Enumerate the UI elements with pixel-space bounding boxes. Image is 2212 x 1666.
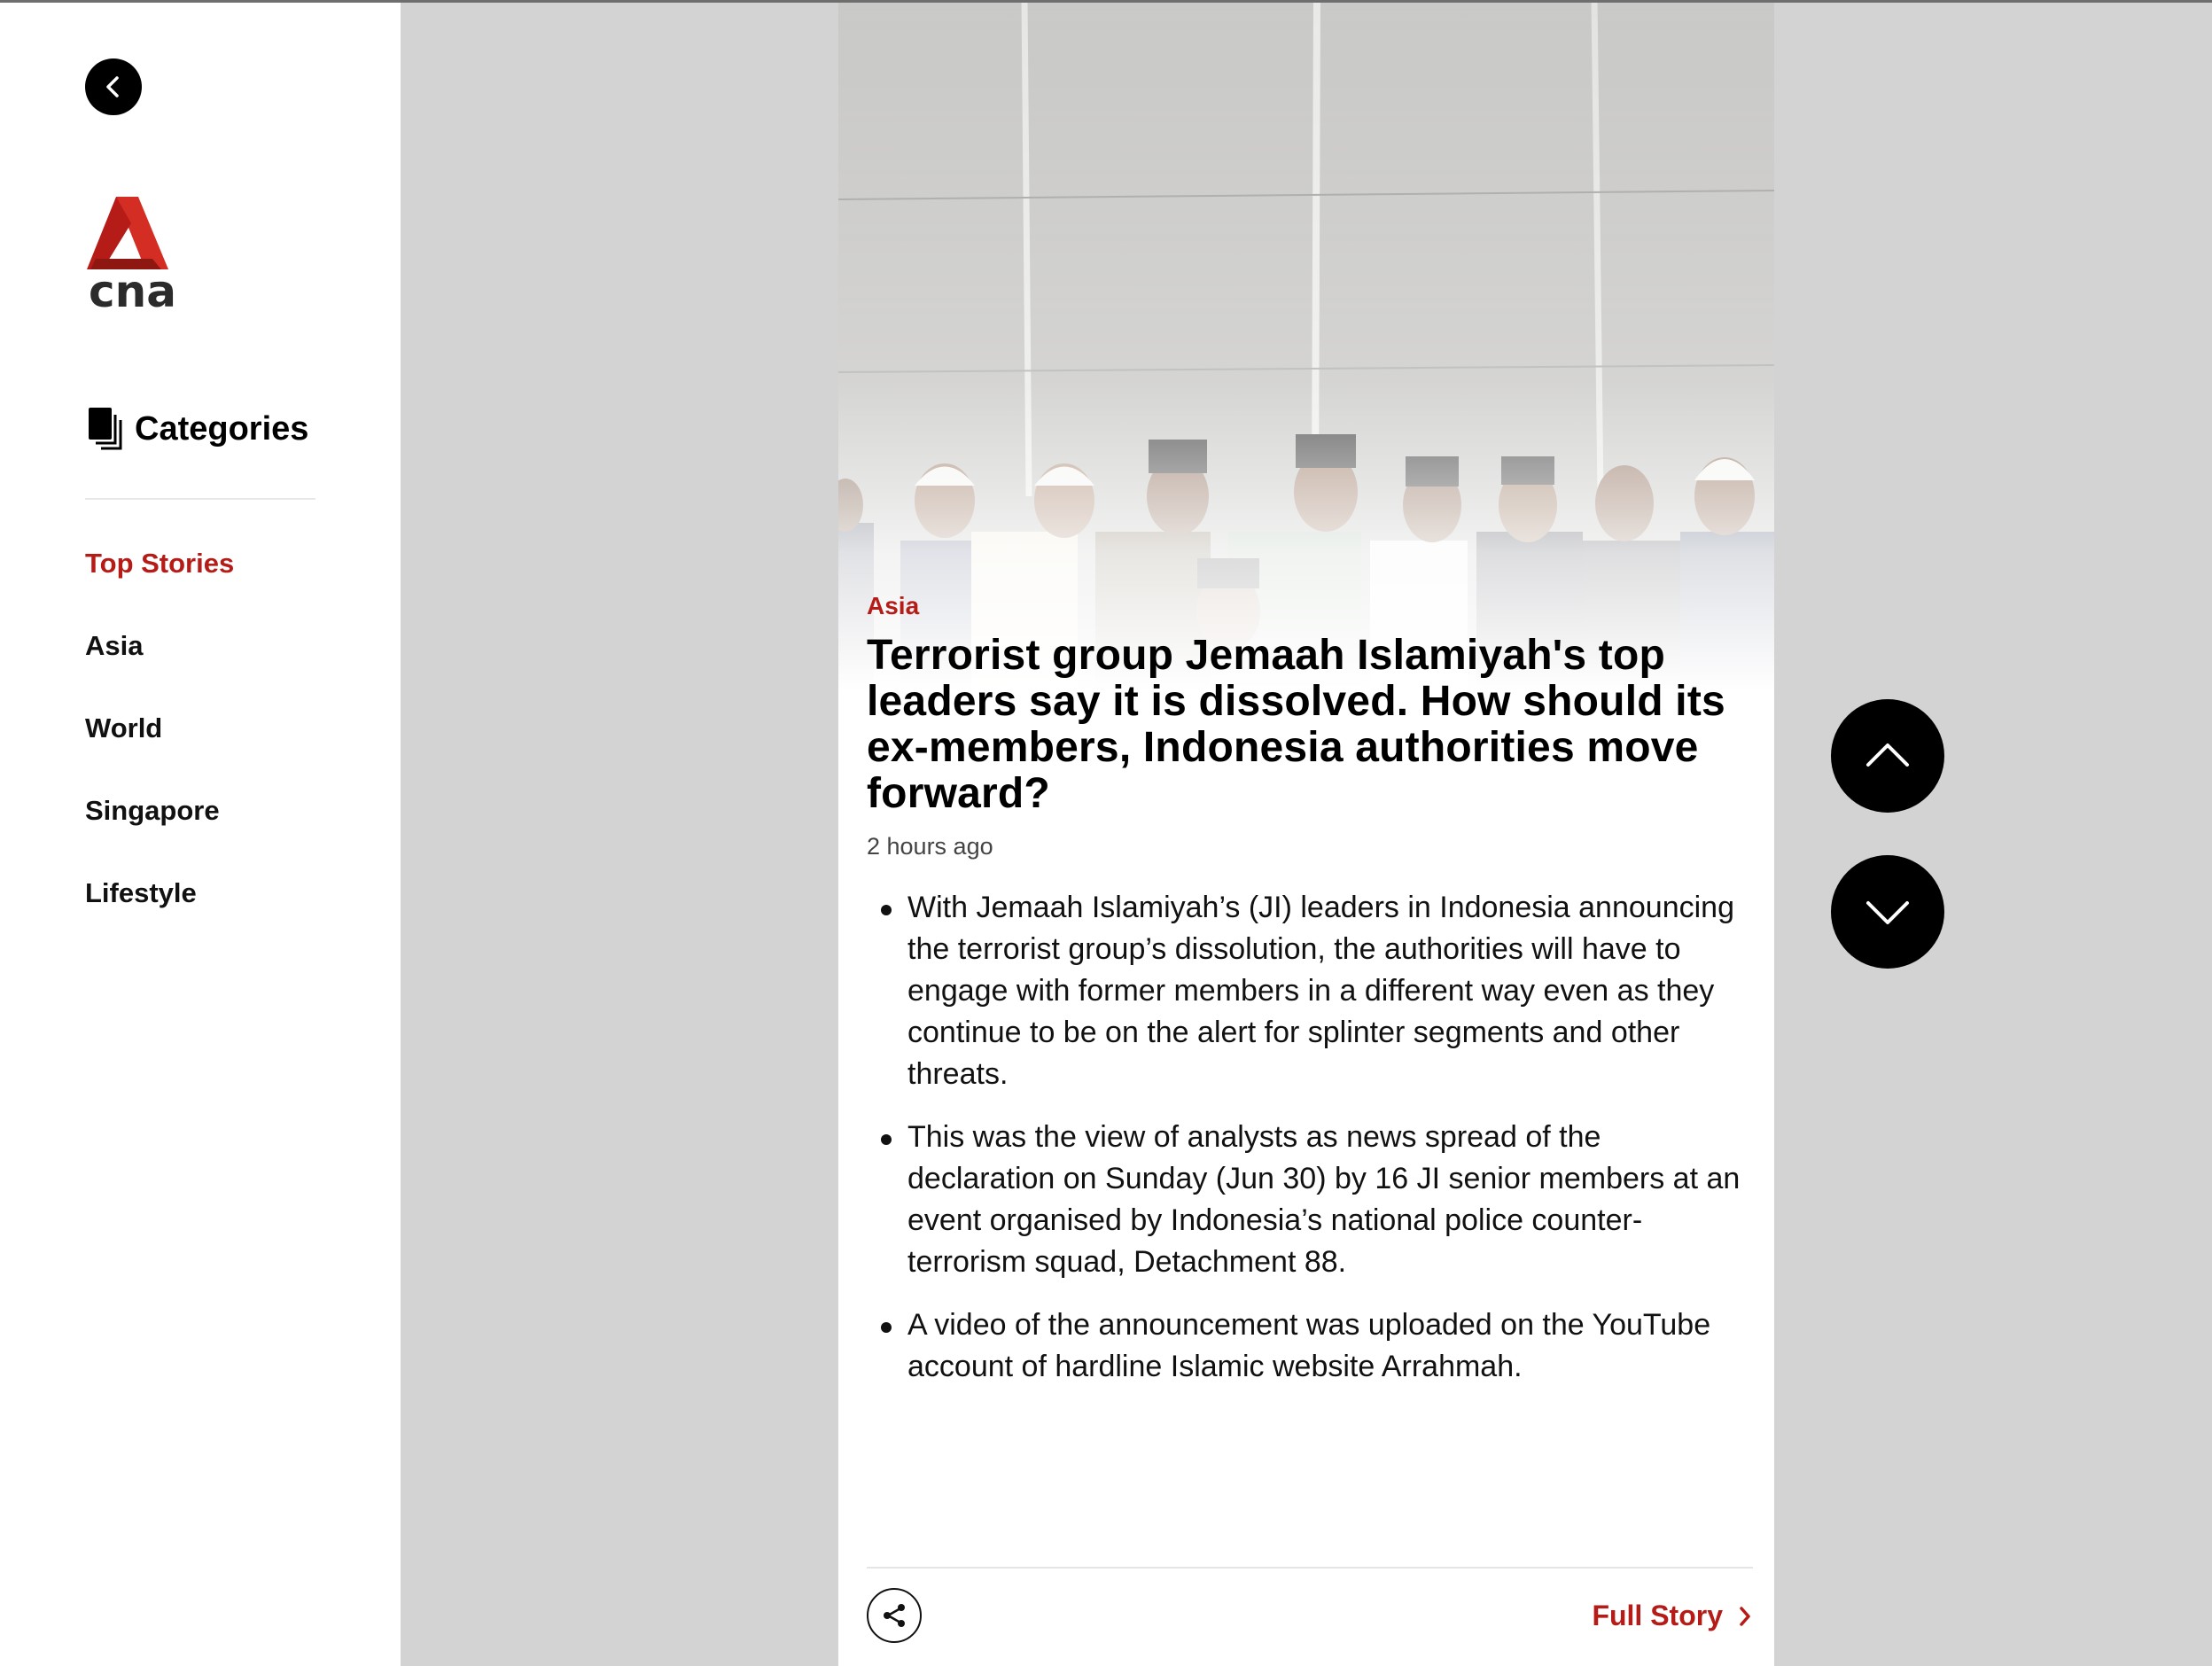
timestamp: 2 hours ago <box>867 833 993 860</box>
window-top-border <box>0 0 2212 3</box>
back-button[interactable] <box>85 58 142 115</box>
summary-bullet: With Jemaah Islamiyah’s (JI) leaders in … <box>881 887 1753 1095</box>
divider <box>85 498 315 500</box>
summary-bullet: This was the view of analysts as news sp… <box>881 1117 1753 1283</box>
category-nav: Top Stories Asia World Singapore Lifesty… <box>85 541 234 953</box>
nav-item-top-stories[interactable]: Top Stories <box>85 541 234 623</box>
previous-story-button[interactable] <box>1831 699 1944 813</box>
sidebar: cna Categories Top Stories Asia World Si… <box>0 0 401 1666</box>
chevron-down-icon <box>1866 901 1909 924</box>
chevron-left-icon <box>106 76 119 97</box>
documents-icon <box>89 408 122 450</box>
svg-text:cna: cna <box>89 266 175 312</box>
chevron-up-icon <box>1866 743 1909 767</box>
nav-item-lifestyle[interactable]: Lifestyle <box>85 870 234 953</box>
next-story-button[interactable] <box>1831 855 1944 969</box>
cna-logo[interactable]: cna <box>87 197 176 317</box>
categories-title: Categories <box>135 409 309 448</box>
summary-list: With Jemaah Islamiyah’s (JI) leaders in … <box>867 887 1753 1388</box>
share-button[interactable] <box>867 1588 922 1643</box>
chevron-right-icon <box>1740 1606 1750 1626</box>
full-story-link[interactable]: Full Story <box>1592 1600 1753 1632</box>
article-body: Asia Terrorist group Jemaah Islamiyah's … <box>867 585 1753 1409</box>
summary-bullet: A video of the announcement was uploaded… <box>881 1304 1753 1388</box>
share-icon <box>884 1604 905 1627</box>
footer-divider <box>867 1567 1753 1569</box>
full-story-label: Full Story <box>1592 1600 1723 1631</box>
nav-item-asia[interactable]: Asia <box>85 623 234 705</box>
article-headline[interactable]: Terrorist group Jemaah Islamiyah's top l… <box>867 633 1753 817</box>
nav-item-singapore[interactable]: Singapore <box>85 788 234 870</box>
category-label[interactable]: Asia <box>867 585 1753 627</box>
story-card: Asia Terrorist group Jemaah Islamiyah's … <box>838 0 1774 1666</box>
nav-item-world[interactable]: World <box>85 705 234 788</box>
categories-header: Categories <box>87 406 308 452</box>
